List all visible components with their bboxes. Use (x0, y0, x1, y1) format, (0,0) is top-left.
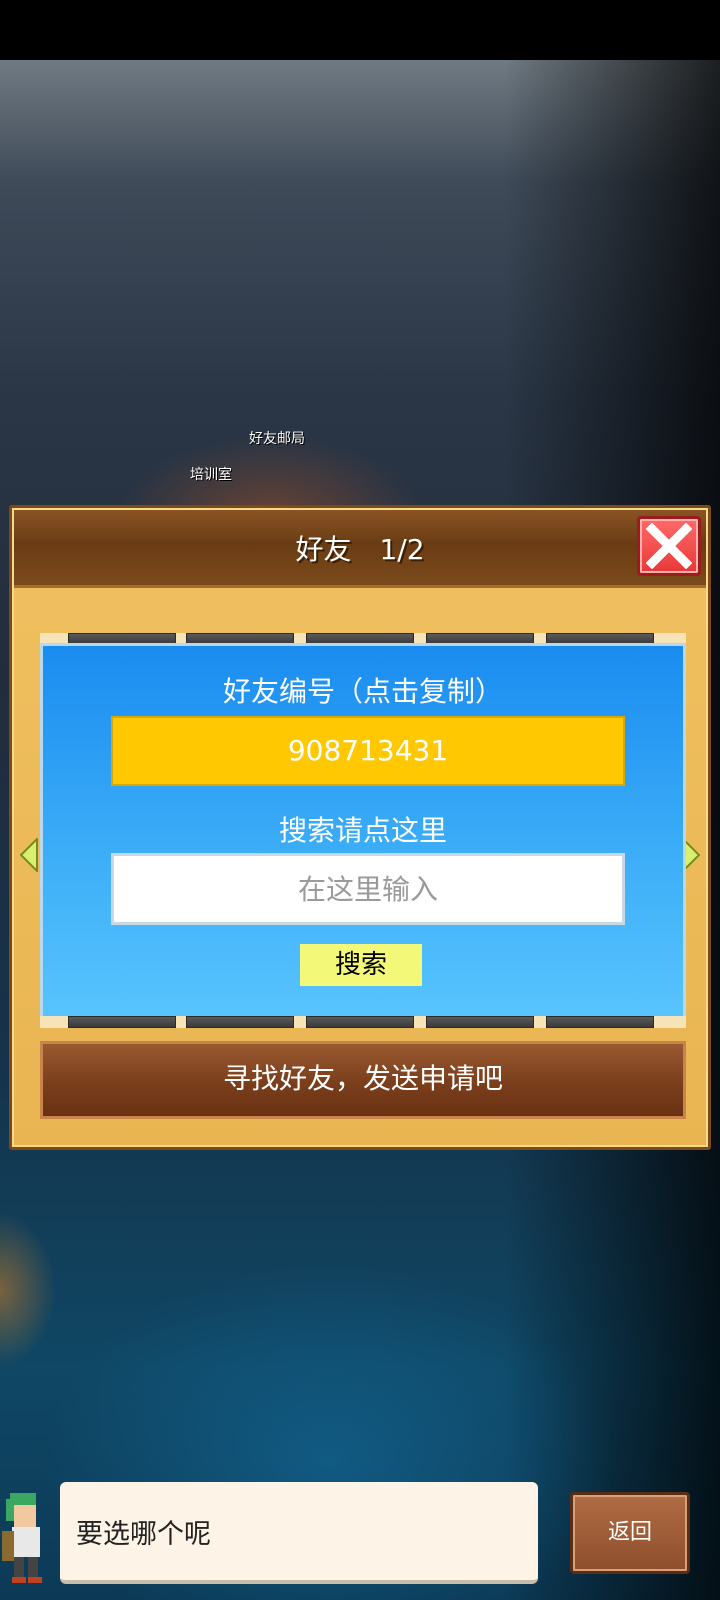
search-input[interactable] (111, 853, 625, 925)
friend-id-copy-button[interactable]: 908713431 (111, 716, 625, 786)
close-button[interactable] (637, 516, 701, 576)
slot (426, 1016, 534, 1028)
slot (546, 1016, 654, 1028)
slot (68, 1016, 176, 1028)
background-label-friend-post: 好友邮局 (249, 431, 305, 447)
slot (186, 1016, 294, 1028)
character-avatar (2, 1493, 42, 1583)
search-label: 搜索请点这里 (278, 814, 447, 847)
friends-dialog: 好友 1/2 好友编号（点击复制） 908713431 搜索请点这里 搜索 寻找… (9, 505, 711, 1150)
slot (306, 1016, 414, 1028)
slot-strip-bottom (40, 1016, 686, 1028)
back-button[interactable]: 返回 (570, 1492, 690, 1574)
arrow-left-icon[interactable] (20, 838, 38, 872)
close-icon (646, 523, 692, 569)
status-bar (0, 0, 720, 60)
message-bubble: 要选哪个呢 (60, 1482, 538, 1584)
dialog-header: 好友 1/2 (14, 510, 706, 588)
friend-id-label: 好友编号（点击复制） (222, 675, 503, 708)
find-friends-banner[interactable]: 寻找好友，发送申请吧 (40, 1041, 686, 1119)
dialog-title: 好友 1/2 (295, 533, 425, 566)
search-button[interactable]: 搜索 (300, 944, 422, 986)
friend-search-panel: 好友编号（点击复制） 908713431 搜索请点这里 搜索 (40, 643, 686, 1021)
background-label-training-room: 培训室 (190, 467, 232, 483)
message-text: 要选哪个呢 (76, 1519, 211, 1550)
